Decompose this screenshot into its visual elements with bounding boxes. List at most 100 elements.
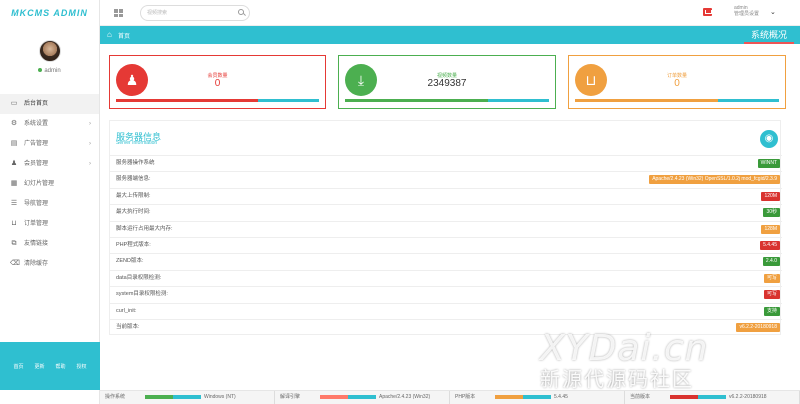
info-value-badge: 可写 [763,290,780,300]
monitor-icon: ▭ [10,100,18,107]
info-row: PHP程式版本: 5.4.45 [110,236,782,253]
stat-value: 0 [674,78,680,89]
sidebar-item-label: 订单管理 [24,221,49,227]
status-bar: 操作系统 Windows (NT) 解译引擎 Apache/2.4.23 (Win32… [100,390,800,404]
trash-icon: ⌫ [10,260,20,267]
info-value-badge: v6.2.2-20180918 [736,322,780,332]
stat-card[interactable]: ⊔ 订单数量 0 [568,55,786,109]
info-value-badge: Apache/2.4.23 (Win32) OpenSSL/1.0.2j mod… [649,175,780,185]
status-label: 解译引擎 [280,394,301,400]
users-icon: ♟ [10,160,18,167]
breadcrumb-home[interactable]: 首页 [118,31,130,40]
footer-link-license[interactable]: 授权 [76,363,86,370]
status-label: 当前版本 [630,394,651,400]
info-row: 服务器端信息: Apache/2.4.23 (Win32) OpenSSL/1.0… [110,171,782,187]
info-label: curl_init: [116,307,137,314]
info-label: PHP程式版本: [116,241,151,248]
info-label: ZEND版本: [116,258,144,265]
stat-progress-fill [345,99,488,102]
info-value-badge: 128M [761,224,780,234]
chevron-down-icon[interactable]: ⌄ [770,8,776,16]
info-table: 服务器操作系统 WINNT 服务器端信息: Apache/2.4.23 (Win32)… [110,155,782,335]
sidebar-item-label: 清除缓存 [24,261,49,267]
breadcrumb: ⌂ 首页 系统概况 [100,26,800,44]
status-label: PHP版本 [455,394,476,400]
user-role: 管理员设置 [734,11,760,17]
footer-link-home[interactable]: 首页 [13,363,23,370]
sidebar-item[interactable]: ▦ 幻灯片管理 [0,174,99,194]
status-cell: 解译引擎 Apache/2.4.23 (Win32) [275,391,450,404]
chevron-right-icon: › [89,121,91,127]
sidebar-item[interactable]: ▤ 广告管理 › [0,134,99,154]
info-value-badge: 支持 [763,306,780,316]
sidebar-item-label: 广告管理 [24,141,49,147]
app-logo[interactable]: MKCMS ADMIN [0,0,99,26]
search-icon[interactable] [238,9,244,15]
info-value-badge: 30秒 [763,208,780,218]
sidebar-item[interactable]: ▭ 后台首页 [0,94,99,114]
info-row: 最大上传限制: 120M [110,187,782,204]
sidebar: MKCMS ADMIN admin ▭ 后台首页 ⚙ 系统设置 › ▤ 广告管理 › ♟ 会员管理… [0,0,100,404]
info-value-badge: WINNT [757,159,780,168]
server-info-panel: 服务器信息 Server Information ◉ 服务器操作系统 WINNT 服… [109,120,782,335]
sidebar-item-label: 后台首页 [24,101,49,107]
stat-card[interactable]: ⤓ 视频数量 2349387 [338,55,556,109]
status-progress-bar [670,395,726,399]
status-value: v6.2.2-20180918 [729,394,767,400]
globe-icon: ◉ [760,130,778,148]
info-value-badge: 120M [761,191,780,201]
slides-icon: ▦ [10,180,18,187]
avatar[interactable] [38,40,61,62]
status-value: 5.4.45 [554,394,568,400]
stat-value: 2349387 [427,78,467,89]
search-placeholder: 视频搜索 [147,10,168,16]
info-label: 最大上传限制: [116,192,151,199]
stat-progress-bar [575,99,779,102]
info-label: data目录权限检测: [116,274,162,281]
info-label: 服务器端信息: [116,176,151,183]
stat-progress-fill [116,99,259,102]
sidebar-item-label: 会员管理 [24,161,49,167]
info-value-badge: 2.4.0 [762,257,780,267]
footer-link-update[interactable]: 更新 [34,363,44,370]
user-profile: admin [0,26,99,90]
info-row: data目录权限检测: 可写 [110,269,782,286]
info-row: 脚本运行占用最大内存: 128M [110,220,782,237]
sidebar-item[interactable]: ⌫ 清除缓存 [0,254,99,274]
online-status-icon [38,68,43,73]
menu-toggle-icon[interactable] [114,9,123,17]
watermark: XYDai.cn 新源代源码社区 [540,328,790,398]
sidebar-footer: 首页 更新 帮助 授权 [0,342,100,390]
info-row: 当前版本: v6.2.2-20180918 [110,318,782,335]
info-row: system目录权限检测: 可写 [110,286,782,302]
home-icon[interactable]: ⌂ [107,30,112,40]
search-input[interactable]: 视频搜索 [140,5,250,21]
stat-card[interactable]: ♟ 会员数量 0 [109,55,326,109]
sidebar-item-label: 友情链接 [24,241,49,247]
status-progress-bar [320,395,376,399]
info-label: 脚本运行占用最大内存: [116,225,173,232]
footer-link-help[interactable]: 帮助 [55,363,65,370]
stat-progress-bar [345,99,549,102]
info-row: 服务器操作系统 WINNT [110,155,782,171]
ad-icon: ▤ [10,140,18,147]
cart-icon: ⊔ [11,220,17,227]
status-cell: PHP版本 5.4.45 [450,391,625,404]
info-label: 最大执行时间: [116,209,151,216]
mail-icon[interactable] [703,8,712,16]
info-row: 最大执行时间: 30秒 [110,204,782,220]
stat-progress-bar [116,99,319,102]
sidebar-item[interactable]: ⚙ 系统设置 › [0,114,99,134]
status-progress-bar [145,395,201,399]
user-menu[interactable]: admin 管理员设置 [734,5,759,17]
sidebar-item[interactable]: ☰ 导航管理 [0,194,99,214]
chevron-right-icon: › [89,141,91,147]
sidebar-item[interactable]: ⧉ 友情链接 [0,234,99,254]
sidebar-item[interactable]: ♟ 会员管理 › [0,154,99,174]
sidebar-item[interactable]: ⊔ 订单管理 [0,214,99,234]
stat-progress-fill [575,99,718,102]
panel-subtitle: Server Information [116,140,158,146]
info-label: 服务器操作系统 [116,160,155,166]
status-cell: 操作系统 Windows (NT) [100,391,275,404]
tab-system-overview[interactable]: 系统概况 [744,26,794,44]
